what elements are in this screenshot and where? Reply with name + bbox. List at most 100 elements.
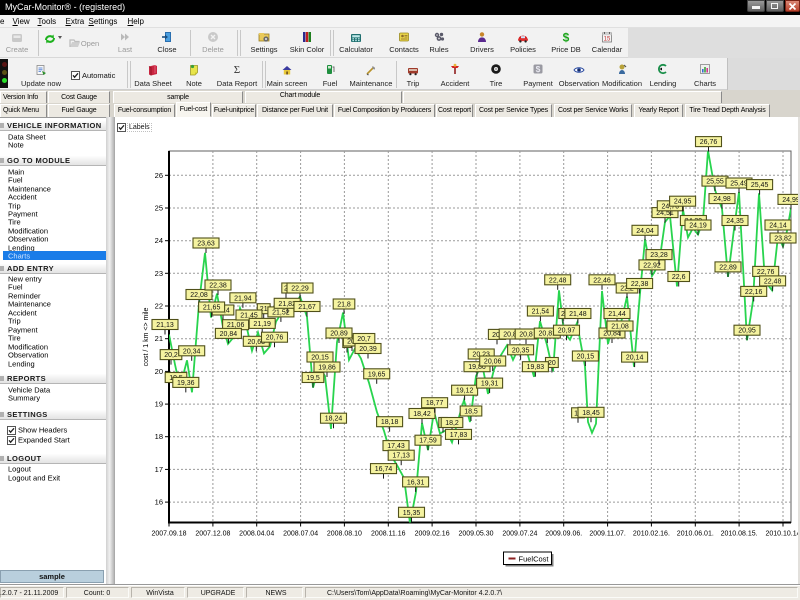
svg-text:24,19: 24,19 xyxy=(689,223,707,230)
svg-text:20,39: 20,39 xyxy=(359,346,377,353)
svg-text:2009.05.30: 2009.05.30 xyxy=(458,531,493,538)
svg-text:19,31: 19,31 xyxy=(481,381,499,388)
svg-text:18,2: 18,2 xyxy=(445,420,459,427)
svg-text:19,86: 19,86 xyxy=(318,365,336,372)
svg-text:20,95: 20,95 xyxy=(738,328,756,335)
svg-text:20: 20 xyxy=(548,360,556,367)
svg-text:23,28: 23,28 xyxy=(650,252,668,259)
svg-text:23,63: 23,63 xyxy=(197,241,215,248)
svg-text:2007.12.08: 2007.12.08 xyxy=(195,531,230,538)
svg-text:20,15: 20,15 xyxy=(577,354,595,361)
svg-text:20,2: 20,2 xyxy=(164,352,178,359)
svg-text:19,5: 19,5 xyxy=(306,375,320,382)
svg-text:22,29: 22,29 xyxy=(291,286,309,293)
svg-text:23,82: 23,82 xyxy=(774,236,792,243)
svg-text:19: 19 xyxy=(155,400,163,409)
svg-text:20,76: 20,76 xyxy=(266,335,284,342)
svg-text:24,95: 24,95 xyxy=(674,199,692,206)
svg-text:21,8: 21,8 xyxy=(337,302,351,309)
svg-text:2010.08.15.: 2010.08.15. xyxy=(721,531,758,538)
svg-text:19,83: 19,83 xyxy=(527,364,545,371)
svg-text:16: 16 xyxy=(155,498,163,507)
svg-text:24,04: 24,04 xyxy=(636,228,654,235)
svg-text:20,84: 20,84 xyxy=(220,331,238,338)
svg-text:20,15: 20,15 xyxy=(311,355,329,362)
svg-text:18,5: 18,5 xyxy=(464,409,478,416)
svg-text:22,89: 22,89 xyxy=(719,264,737,271)
svg-text:15,35: 15,35 xyxy=(403,510,421,517)
svg-text:17: 17 xyxy=(155,465,163,474)
svg-text:2007.09.18: 2007.09.18 xyxy=(151,531,186,538)
svg-text:21,44: 21,44 xyxy=(608,311,626,318)
svg-text:22,08: 22,08 xyxy=(190,292,208,299)
svg-text:19,36: 19,36 xyxy=(177,380,195,387)
svg-text:2010.02.16.: 2010.02.16. xyxy=(633,531,670,538)
svg-text:17,83: 17,83 xyxy=(450,432,468,439)
svg-text:2010.06.01.: 2010.06.01. xyxy=(677,531,714,538)
svg-text:24,14: 24,14 xyxy=(769,223,787,230)
svg-text:17,43: 17,43 xyxy=(387,443,405,450)
svg-text:21,48: 21,48 xyxy=(569,311,587,318)
svg-text:20,8: 20,8 xyxy=(519,332,533,339)
svg-text:19,12: 19,12 xyxy=(456,388,474,395)
svg-text:20,7: 20,7 xyxy=(357,336,371,343)
svg-text:2009.07.24: 2009.07.24 xyxy=(502,531,537,538)
svg-text:2008.07.04: 2008.07.04 xyxy=(283,531,318,538)
svg-text:22,92: 22,92 xyxy=(643,262,661,269)
svg-text:18,77: 18,77 xyxy=(426,400,444,407)
svg-text:21,67: 21,67 xyxy=(298,304,316,311)
svg-text:22,76: 22,76 xyxy=(757,269,775,276)
svg-text:24: 24 xyxy=(155,236,163,245)
svg-text:26,76: 26,76 xyxy=(700,139,718,146)
svg-text:2009.09.06.: 2009.09.06. xyxy=(545,531,582,538)
svg-text:17,13: 17,13 xyxy=(392,453,410,460)
svg-text:18: 18 xyxy=(155,432,163,441)
svg-text:18,24: 18,24 xyxy=(325,416,343,423)
svg-text:18,42: 18,42 xyxy=(413,411,431,418)
svg-text:20,14: 20,14 xyxy=(626,355,644,362)
svg-text:26: 26 xyxy=(155,171,163,180)
svg-text:17,59: 17,59 xyxy=(419,438,437,445)
svg-text:2008.11.16: 2008.11.16 xyxy=(371,531,406,538)
svg-text:25,55: 25,55 xyxy=(706,179,724,186)
svg-text:16,74: 16,74 xyxy=(375,466,393,473)
svg-text:2009.02.16: 2009.02.16 xyxy=(415,531,450,538)
svg-text:24,98: 24,98 xyxy=(713,196,731,203)
svg-text:23: 23 xyxy=(155,269,163,278)
svg-text:21,54: 21,54 xyxy=(532,309,550,316)
svg-text:22,48: 22,48 xyxy=(549,277,567,284)
svg-text:20,97: 20,97 xyxy=(558,328,576,335)
svg-text:21,82: 21,82 xyxy=(278,301,296,308)
svg-text:2008.08.10: 2008.08.10 xyxy=(327,531,362,538)
svg-text:22,46: 22,46 xyxy=(593,277,611,284)
svg-text:20,06: 20,06 xyxy=(484,359,502,366)
svg-text:16,31: 16,31 xyxy=(407,479,425,486)
svg-text:$: $ xyxy=(536,64,541,74)
svg-text:22,16: 22,16 xyxy=(745,289,763,296)
svg-text:2009.11.07.: 2009.11.07. xyxy=(589,531,626,538)
svg-text:Σ: Σ xyxy=(234,64,240,75)
svg-text:19,65: 19,65 xyxy=(368,371,386,378)
svg-text:22,38: 22,38 xyxy=(209,283,227,290)
svg-text:25: 25 xyxy=(155,204,163,213)
svg-text:21,19: 21,19 xyxy=(253,321,271,328)
svg-text:21,94: 21,94 xyxy=(234,295,252,302)
svg-text:22,6: 22,6 xyxy=(672,274,686,281)
svg-text:25,49: 25,49 xyxy=(730,181,748,188)
svg-text:21,08: 21,08 xyxy=(611,324,629,331)
svg-text:24,35: 24,35 xyxy=(726,218,744,225)
svg-text:21,13: 21,13 xyxy=(156,322,174,329)
svg-text:18,45: 18,45 xyxy=(582,410,600,417)
svg-text:cost / 1 km <> mile: cost / 1 km <> mile xyxy=(143,308,150,367)
svg-text:21,65: 21,65 xyxy=(203,305,221,312)
svg-text:20: 20 xyxy=(155,367,163,376)
svg-text:$: $ xyxy=(563,31,570,43)
svg-text:20,89: 20,89 xyxy=(330,331,348,338)
svg-text:21: 21 xyxy=(155,334,163,343)
svg-text:15: 15 xyxy=(604,37,611,43)
svg-text:2008.04.04: 2008.04.04 xyxy=(239,531,274,538)
svg-text:22: 22 xyxy=(155,302,163,311)
svg-text:FuelCost: FuelCost xyxy=(519,555,550,564)
svg-text:20,35: 20,35 xyxy=(512,347,530,354)
svg-text:2010.10.14: 2010.10.14 xyxy=(765,531,800,538)
